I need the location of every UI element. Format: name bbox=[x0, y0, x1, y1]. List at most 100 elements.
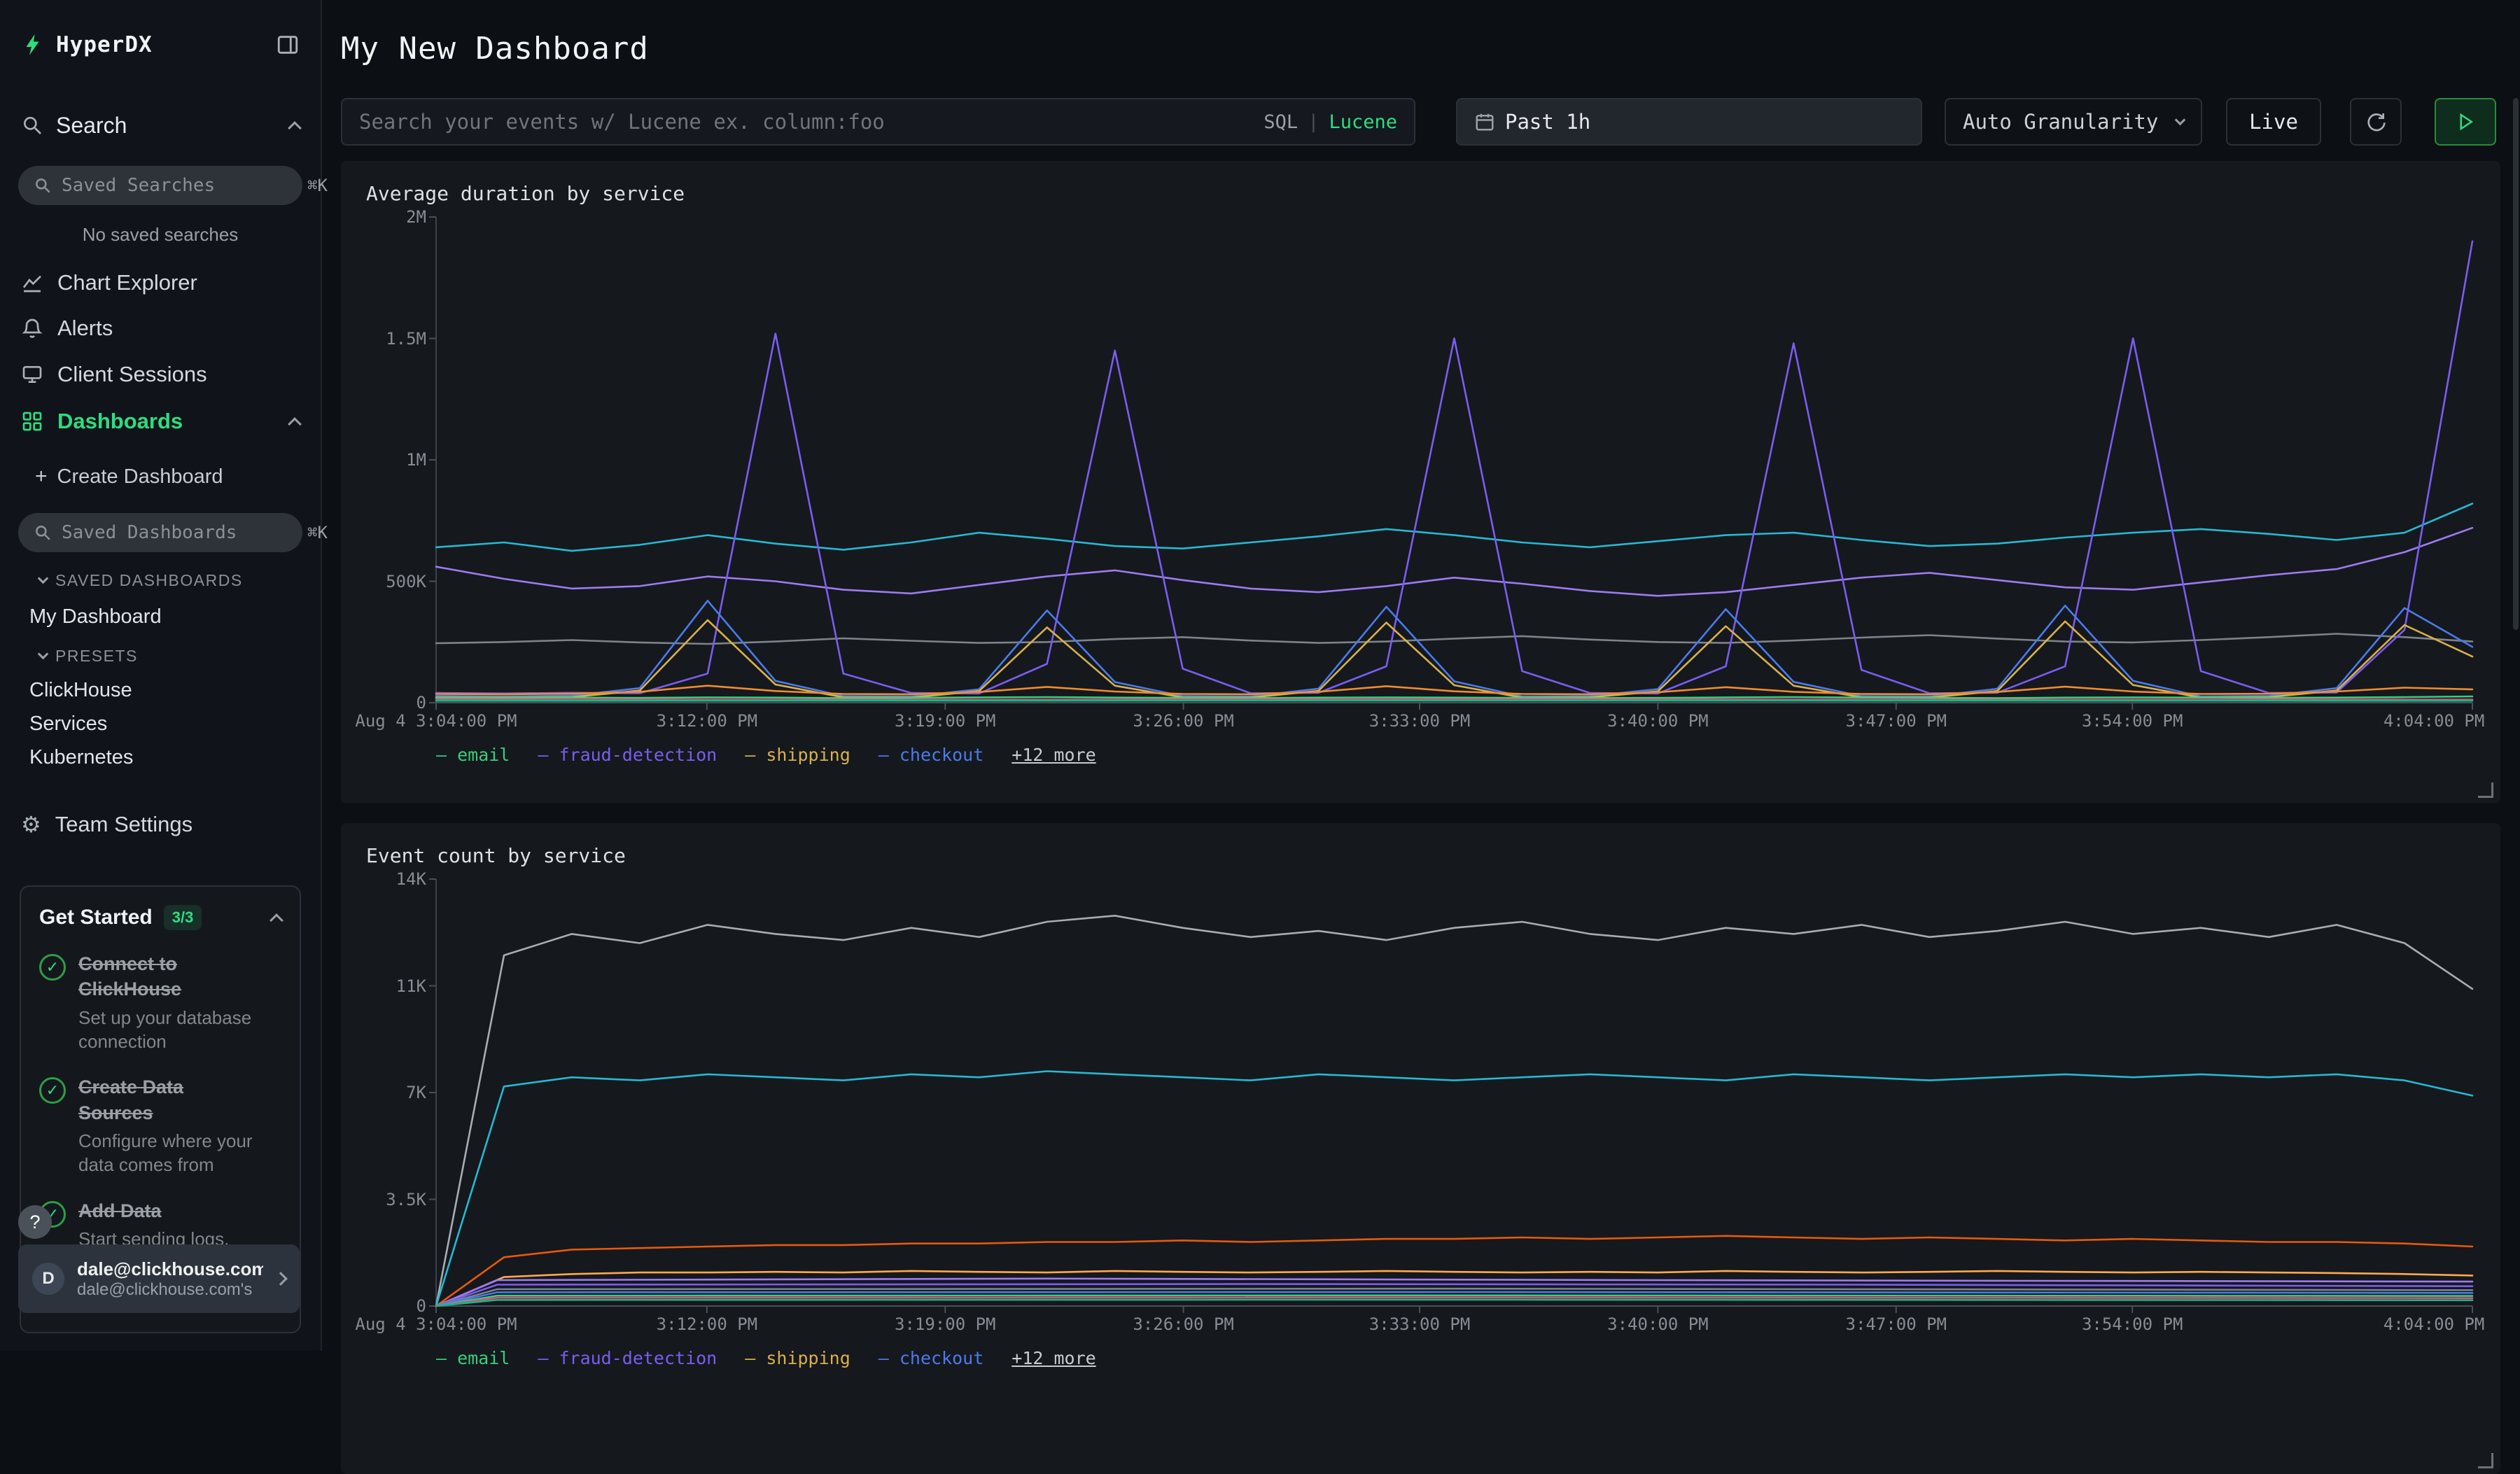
legend-item[interactable]: — fraud-detection bbox=[538, 1348, 717, 1368]
x-tick-label: 3:12:00 PM bbox=[657, 1314, 758, 1334]
plot-area[interactable] bbox=[436, 879, 2472, 1306]
x-tick-label: 3:47:00 PM bbox=[1846, 1314, 1947, 1334]
legend-more-link[interactable]: +12 more bbox=[1011, 1348, 1096, 1368]
x-tick-label: 3:26:00 PM bbox=[1133, 1314, 1234, 1334]
x-tick-label: 3:33:00 PM bbox=[1369, 711, 1471, 731]
section-header-label: SAVED DASHBOARDS bbox=[55, 571, 243, 590]
presets-header[interactable]: PRESETS bbox=[0, 644, 321, 668]
sidebar-item-team-settings[interactable]: ⚙ Team Settings bbox=[0, 802, 321, 847]
chevron-down-icon bbox=[38, 648, 49, 659]
magnifier-icon bbox=[34, 176, 52, 195]
chevron-up-icon bbox=[288, 417, 302, 431]
chevron-up-icon[interactable] bbox=[270, 913, 284, 927]
sidebar-item-services[interactable]: Services bbox=[0, 708, 321, 740]
step-desc: Set up your database connection bbox=[78, 1006, 253, 1054]
scrollbar-thumb[interactable] bbox=[2513, 98, 2519, 630]
monitor-icon bbox=[21, 363, 43, 386]
legend-item[interactable]: — email bbox=[436, 1348, 510, 1368]
y-tick-label: 2M bbox=[406, 207, 426, 227]
step-title: Connect to ClickHouse bbox=[78, 951, 232, 1002]
sidebar-item-dashboards[interactable]: Dashboards bbox=[0, 399, 321, 444]
search-nav-icon bbox=[21, 114, 43, 136]
avatar: D bbox=[32, 1263, 64, 1295]
saved-searches-input[interactable]: ⌘K bbox=[18, 166, 302, 205]
legend-item[interactable]: — shipping bbox=[745, 1348, 850, 1368]
sidebar-item-label: Client Sessions bbox=[57, 362, 207, 387]
get-started-badge: 3/3 bbox=[164, 905, 202, 930]
sidebar-item-kubernetes[interactable]: Kubernetes bbox=[0, 741, 321, 773]
plot-area[interactable] bbox=[436, 217, 2472, 703]
saved-dashboards-input[interactable]: ⌘K bbox=[18, 513, 302, 552]
chart-title: Event count by service bbox=[366, 843, 2472, 869]
refresh-icon bbox=[2365, 111, 2387, 133]
create-dashboard-button[interactable]: + Create Dashboard bbox=[0, 461, 321, 493]
chevron-right-icon bbox=[274, 1272, 288, 1286]
sidebar-item-clickhouse[interactable]: ClickHouse bbox=[0, 674, 321, 706]
sql-toggle[interactable]: SQL bbox=[1264, 111, 1298, 133]
page-title: My New Dashboard bbox=[341, 31, 649, 66]
sidebar-item-client-sessions[interactable]: Client Sessions bbox=[0, 352, 321, 397]
run-query-button[interactable] bbox=[2435, 98, 2496, 146]
sidebar-item-alerts[interactable]: Alerts bbox=[0, 306, 321, 351]
sidebar-item-chart-explorer[interactable]: Chart Explorer bbox=[0, 260, 321, 305]
play-icon bbox=[2455, 111, 2476, 132]
granularity-select[interactable]: Auto Granularity bbox=[1945, 98, 2202, 146]
legend-item[interactable]: — checkout bbox=[878, 1348, 984, 1368]
x-tick-label: 3:19:00 PM bbox=[895, 711, 996, 731]
sidebar: HyperDX Search ⌘K No saved searches Char… bbox=[0, 0, 322, 1351]
section-header-label: PRESETS bbox=[55, 647, 138, 666]
x-tick-label: 3:54:00 PM bbox=[2082, 1314, 2183, 1334]
x-tick-label: 3:12:00 PM bbox=[657, 711, 758, 731]
saved-dashboards-field[interactable] bbox=[62, 522, 298, 543]
sidebar-item-my-dashboard[interactable]: My Dashboard bbox=[0, 601, 321, 633]
x-axis: Aug 4 3:04:00 PM3:12:00 PM3:19:00 PM3:26… bbox=[436, 1306, 2472, 1338]
shortcut-hint: ⌘K bbox=[307, 176, 328, 195]
legend-item[interactable]: — checkout bbox=[878, 745, 984, 765]
y-tick-label: 1M bbox=[406, 450, 426, 470]
legend-item[interactable]: — fraud-detection bbox=[538, 745, 717, 765]
shortcut-hint: ⌘K bbox=[307, 523, 328, 542]
get-started-step[interactable]: ✓ Connect to ClickHouse Set up your data… bbox=[39, 951, 281, 1053]
live-button[interactable]: Live bbox=[2226, 98, 2321, 146]
refresh-button[interactable] bbox=[2350, 98, 2402, 146]
legend-more-link[interactable]: +12 more bbox=[1011, 745, 1096, 765]
language-divider: | bbox=[1308, 111, 1319, 133]
x-tick-label: 3:47:00 PM bbox=[1846, 711, 1947, 731]
saved-dashboards-header[interactable]: SAVED DASHBOARDS bbox=[0, 568, 321, 592]
collapse-sidebar-icon[interactable] bbox=[276, 33, 300, 57]
resize-handle[interactable] bbox=[2478, 782, 2493, 798]
sidebar-item-label: Chart Explorer bbox=[57, 270, 197, 295]
x-tick-label: Aug 4 3:04:00 PM bbox=[355, 1314, 517, 1334]
resize-handle[interactable] bbox=[2478, 1453, 2493, 1468]
event-search-field[interactable] bbox=[359, 110, 1254, 134]
x-tick-label: Aug 4 3:04:00 PM bbox=[355, 711, 517, 731]
no-saved-searches-text: No saved searches bbox=[0, 223, 321, 246]
get-started-step[interactable]: ✓ Create Data Sources Configure where yo… bbox=[39, 1074, 281, 1177]
brand-row: HyperDX bbox=[0, 25, 321, 64]
brand-logo-icon bbox=[21, 32, 46, 57]
saved-searches-field[interactable] bbox=[62, 175, 298, 196]
user-menu[interactable]: D dale@clickhouse.com dale@clickhouse.co… bbox=[18, 1244, 300, 1313]
y-tick-label: 0 bbox=[416, 1296, 426, 1316]
user-email: dale@clickhouse.com bbox=[77, 1258, 263, 1281]
x-tick-label: 4:04:00 PM bbox=[2384, 1314, 2485, 1334]
step-title: Create Data Sources bbox=[78, 1074, 232, 1125]
search-section-label: Search bbox=[56, 113, 127, 139]
legend-item[interactable]: — shipping bbox=[745, 745, 850, 765]
sidebar-item-label: Team Settings bbox=[55, 812, 192, 837]
x-tick-label: 3:40:00 PM bbox=[1607, 1314, 1709, 1334]
help-button[interactable]: ? bbox=[18, 1205, 52, 1239]
sidebar-section-search[interactable]: Search bbox=[0, 105, 321, 146]
chart-legend: — email — fraud-detection — shipping — chec… bbox=[436, 1348, 2472, 1368]
plus-icon: + bbox=[35, 465, 48, 489]
chart-title: Average duration by service bbox=[366, 181, 2472, 207]
brand-name: HyperDX bbox=[56, 32, 153, 57]
chevron-down-icon bbox=[2175, 114, 2186, 125]
time-range-value: Past 1h bbox=[1505, 110, 1590, 134]
lucene-toggle[interactable]: Lucene bbox=[1329, 111, 1397, 133]
y-tick-label: 3.5K bbox=[386, 1190, 426, 1209]
x-tick-label: 3:40:00 PM bbox=[1607, 711, 1709, 731]
time-range-picker[interactable]: Past 1h bbox=[1456, 98, 1922, 146]
event-search-input[interactable]: SQL | Lucene bbox=[341, 98, 1415, 146]
legend-item[interactable]: — email bbox=[436, 745, 510, 765]
